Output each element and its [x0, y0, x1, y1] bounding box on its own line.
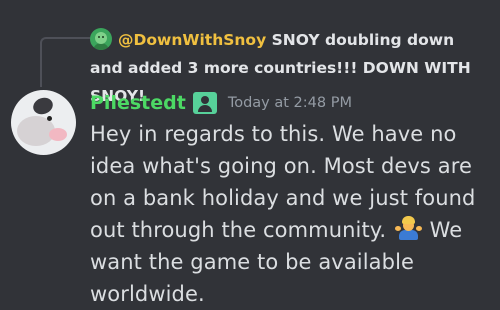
frog-avatar-icon[interactable]	[90, 28, 112, 50]
person-badge-icon[interactable]	[192, 92, 217, 114]
reply-author[interactable]: @DownWithSnoy	[118, 31, 266, 49]
avatar[interactable]	[11, 90, 76, 155]
timestamp: Today at 2:48 PM	[227, 95, 352, 111]
person-shrugging-icon	[394, 216, 422, 242]
message-header: Pilestedt Today at 2:48 PM	[90, 90, 352, 116]
message-content: Hey in regards to this. We have no idea …	[90, 118, 492, 310]
author-name[interactable]: Pilestedt	[90, 92, 186, 114]
reply-thread-line	[40, 37, 90, 87]
chat-message: @DownWithSnoy SNOY doubling down and add…	[0, 0, 500, 306]
